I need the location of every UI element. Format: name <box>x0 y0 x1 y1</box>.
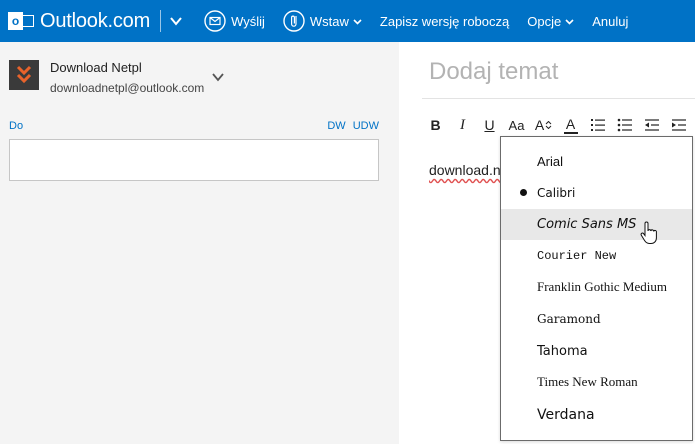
chevron-down-icon <box>353 18 362 25</box>
avatar <box>9 60 39 90</box>
top-bar: o Outlook.com Wyślij Wstaw Zapisz wersję… <box>0 0 695 42</box>
options-label: Opcje <box>527 13 562 29</box>
bullet-list-button[interactable] <box>611 114 638 136</box>
font-option-courier-new[interactable]: Courier New <box>501 240 692 271</box>
subject-divider <box>422 98 695 99</box>
font-color-bar <box>563 131 578 134</box>
message-body[interactable]: download.n <box>429 162 501 178</box>
cc-link[interactable]: DW <box>327 120 345 132</box>
insert-label: Wstaw <box>309 13 349 29</box>
bullet-list-icon <box>617 118 632 132</box>
font-button[interactable]: Aa <box>503 114 530 136</box>
hand-cursor-icon <box>640 221 657 244</box>
underline-button[interactable]: U <box>476 114 503 136</box>
outdent-icon <box>644 119 659 131</box>
send-button[interactable]: Wyślij <box>195 0 274 42</box>
font-option-arial[interactable]: Arial <box>501 146 692 177</box>
format-toolbar: B I U Aa A A <box>422 114 692 136</box>
decrease-indent-button[interactable] <box>638 114 665 136</box>
selected-dot-icon <box>520 189 527 196</box>
options-button[interactable]: Opcje <box>518 0 583 42</box>
font-size-label: A <box>534 117 545 133</box>
font-option-franklin-gothic-medium[interactable]: Franklin Gothic Medium <box>501 271 692 302</box>
recipients-pane: Download Netpl downloadnetpl@outlook.com… <box>0 42 399 444</box>
sender-selector[interactable]: Download Netpl downloadnetpl@outlook.com <box>9 60 204 95</box>
font-option-tahoma[interactable]: Tahoma <box>501 336 692 367</box>
sender-email: downloadnetpl@outlook.com <box>50 81 205 95</box>
font-option-verdana[interactable]: Verdana <box>501 399 692 430</box>
cc-bcc-links: DW UDW <box>323 120 379 132</box>
insert-button[interactable]: Wstaw <box>274 0 371 42</box>
font-option-calibri[interactable]: Calibri <box>501 177 692 208</box>
italic-button[interactable]: I <box>449 114 476 136</box>
increase-indent-button[interactable] <box>665 114 692 136</box>
to-label: Do <box>9 120 24 132</box>
cancel-button[interactable]: Anuluj <box>583 0 637 42</box>
indent-icon <box>671 119 686 131</box>
send-label: Wyślij <box>231 13 265 29</box>
chevron-down-icon[interactable] <box>169 14 183 28</box>
save-draft-button[interactable]: Zapisz wersję roboczą <box>371 0 518 42</box>
cancel-label: Anuluj <box>592 13 629 29</box>
font-color-label: A <box>565 115 576 132</box>
bcc-link[interactable]: UDW <box>353 120 379 132</box>
paperclip-icon <box>283 10 305 32</box>
chevron-down-icon <box>565 18 574 25</box>
brand-divider <box>160 10 162 32</box>
font-color-button[interactable]: A <box>557 114 584 136</box>
size-arrows-icon <box>545 121 552 129</box>
save-draft-label: Zapisz wersję roboczą <box>379 13 510 29</box>
numbered-list-icon <box>590 119 605 131</box>
download-logo-icon <box>16 65 32 84</box>
chevron-down-icon[interactable] <box>212 72 224 82</box>
brand-title: Outlook.com <box>40 9 151 32</box>
subject-input[interactable]: Dodaj temat <box>429 58 558 86</box>
send-icon <box>204 10 226 32</box>
numbered-list-button[interactable] <box>584 114 611 136</box>
sender-name: Download Netpl <box>50 60 142 75</box>
font-size-button[interactable]: A <box>530 114 557 136</box>
font-option-comic-sans-ms[interactable]: Comic Sans MS <box>501 209 692 240</box>
font-dropdown-menu: Arial Calibri Comic Sans MS Courier New … <box>500 136 693 441</box>
brand[interactable]: o Outlook.com <box>0 0 150 42</box>
bold-button[interactable]: B <box>422 114 449 136</box>
font-option-times-new-roman[interactable]: Times New Roman <box>501 366 692 397</box>
font-option-garamond[interactable]: Garamond <box>501 303 692 334</box>
to-input[interactable] <box>9 139 379 181</box>
outlook-logo-icon: o <box>8 10 34 32</box>
